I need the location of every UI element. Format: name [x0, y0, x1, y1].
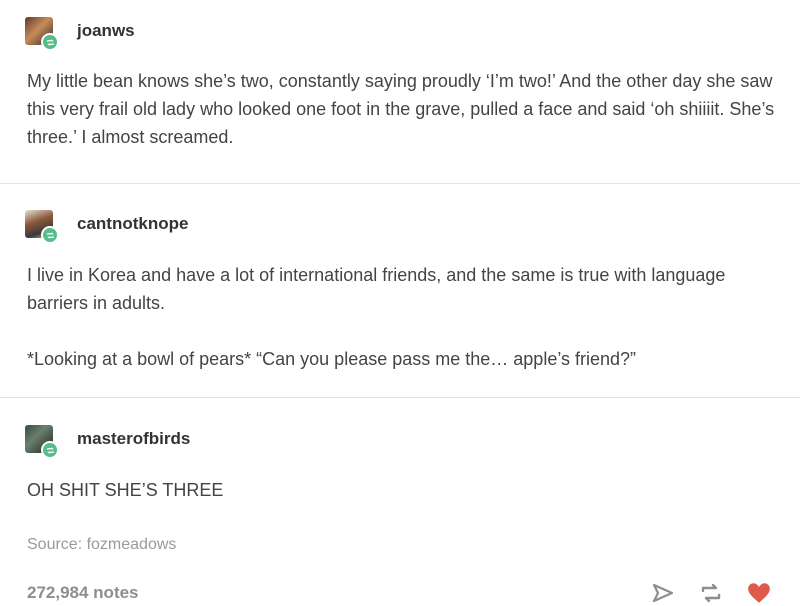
post-text: My little bean knows she’s two, constant… — [27, 71, 775, 147]
notes-count[interactable]: 272,984 notes — [27, 583, 139, 603]
heart-icon[interactable] — [746, 580, 772, 606]
reblog-badge-icon — [41, 441, 59, 459]
reblog-badge-icon — [41, 226, 59, 244]
divider — [0, 183, 800, 184]
avatar[interactable] — [25, 17, 59, 51]
post-header-masterofbirds: masterofbirds — [25, 425, 190, 459]
paper-plane-icon[interactable] — [650, 580, 676, 606]
reblog-badge-icon — [41, 33, 59, 51]
divider — [0, 397, 800, 398]
post-text: *Looking at a bowl of pears* “Can you pl… — [27, 349, 637, 369]
username[interactable]: cantnotknope — [77, 214, 188, 234]
post-header-joanws: joanws — [25, 17, 135, 51]
post-footer: 272,984 notes — [0, 574, 800, 604]
post-text: I live in Korea and have a lot of intern… — [27, 265, 726, 313]
username[interactable]: masterofbirds — [77, 429, 190, 449]
post-text: OH SHIT SHE’S THREE — [27, 480, 224, 500]
avatar[interactable] — [25, 210, 59, 244]
avatar[interactable] — [25, 425, 59, 459]
post-actions — [650, 580, 772, 606]
username[interactable]: joanws — [77, 21, 135, 41]
source-link[interactable]: Source: fozmeadows — [27, 536, 176, 554]
reblog-icon[interactable] — [698, 580, 724, 606]
post-header-cantnotknope: cantnotknope — [25, 210, 188, 244]
